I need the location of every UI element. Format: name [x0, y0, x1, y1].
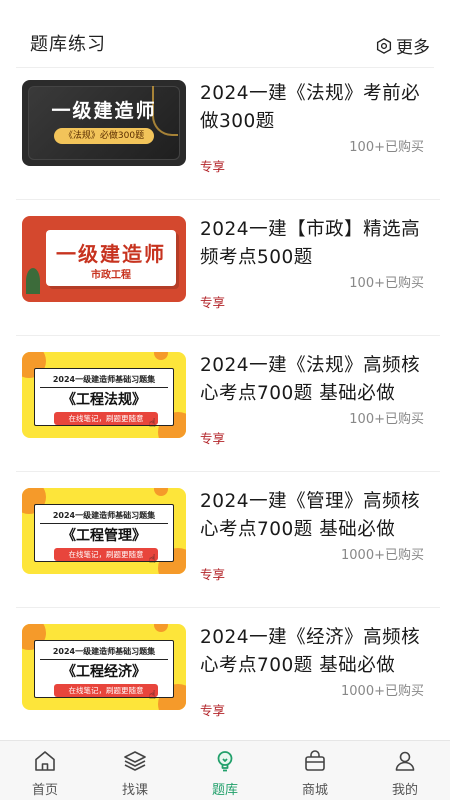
plant-icon — [26, 268, 40, 294]
cover-subject: 《工程管理》 — [62, 528, 146, 544]
cover-heading: 一级建造师 — [56, 242, 166, 266]
tab-question-bank[interactable]: 题库 — [180, 741, 270, 800]
cover-pill: 在线笔记，刷题更随意 — [54, 548, 158, 561]
tab-home[interactable]: 首页 — [0, 741, 90, 800]
cover-heading: 一级建造师 — [51, 100, 157, 122]
course-cover-image: 一级建造师 市政工程 — [22, 216, 186, 302]
tab-label: 首页 — [31, 783, 58, 798]
tab-label: 商城 — [301, 783, 328, 798]
exclusive-tag: 专享 — [200, 703, 226, 718]
item-divider — [16, 335, 440, 336]
exclusive-tag: 专享 — [200, 295, 226, 310]
item-title: 2024一建《法规》考前必做300题 — [200, 83, 421, 132]
course-cover-image: 2024一级建造师基础习题集 《工程经济》 在线笔记，刷题更随意 ☝ — [22, 624, 186, 710]
course-cover-image: 2024一级建造师基础习题集 《工程法规》 在线笔记，刷题更随意 ☝ — [22, 352, 186, 438]
buyers-count: 1000+已购买 — [341, 684, 424, 699]
cover-pill: 在线笔记，刷题更随意 — [54, 684, 158, 697]
list-item[interactable]: 2024一级建造师基础习题集 《工程经济》 在线笔记，刷题更随意 ☝ 2024一… — [16, 614, 440, 744]
cover-subject: 《工程经济》 — [62, 664, 146, 680]
tab-find-course[interactable]: 找课 — [90, 741, 180, 800]
cover-subheading: 市政工程 — [91, 270, 131, 281]
item-title: 2024一建《管理》高频核心考点700题 基础必做 — [200, 491, 421, 540]
cover-heading: 2024一级建造师基础习题集 — [52, 647, 156, 656]
buyers-count: 100+已购买 — [349, 140, 424, 155]
item-title: 2024一建《经济》高频核心考点700题 基础必做 — [200, 627, 421, 676]
list-item[interactable]: 一级建造师 市政工程 2024一建【市政】精选高频考点500题 100+已购买 … — [16, 206, 440, 336]
list-item[interactable]: 2024一级建造师基础习题集 《工程管理》 在线笔记，刷题更随意 ☝ 2024一… — [16, 478, 440, 608]
buyers-count: 100+已购买 — [349, 412, 424, 427]
item-divider — [16, 199, 440, 200]
tab-label: 我的 — [391, 783, 418, 798]
list-item[interactable]: 一级建造师 《法规》必做300题 2024一建《法规》考前必做300题 100+… — [16, 70, 440, 200]
exclusive-tag: 专享 — [200, 567, 226, 582]
hexagon-settings-icon — [376, 37, 392, 54]
item-title: 2024一建《法规》高频核心考点700题 基础必做 — [200, 355, 421, 404]
user-icon — [395, 751, 415, 771]
cover-heading: 2024一级建造师基础习题集 — [52, 511, 156, 520]
tab-shop[interactable]: 商城 — [270, 741, 360, 800]
cover-pill: 在线笔记，刷题更随意 — [54, 412, 158, 425]
exclusive-tag: 专享 — [200, 159, 226, 174]
cover-heading: 2024一级建造师基础习题集 — [52, 375, 156, 384]
pointer-hand-icon: ☝ — [148, 416, 156, 430]
page-title: 题库练习 — [30, 34, 106, 55]
cover-pill: 《法规》必做300题 — [54, 128, 154, 144]
more-label: 更多 — [396, 38, 430, 58]
buyers-count: 1000+已购买 — [341, 548, 424, 563]
exclusive-tag: 专享 — [200, 431, 226, 446]
layers-icon — [124, 751, 146, 771]
tab-label: 题库 — [211, 783, 238, 798]
pointer-hand-icon: ☝ — [148, 688, 156, 702]
home-icon — [35, 751, 55, 771]
more-button[interactable]: 更多 — [375, 33, 430, 58]
shop-bag-icon — [305, 750, 325, 771]
course-cover-image: 2024一级建造师基础习题集 《工程管理》 在线笔记，刷题更随意 ☝ — [22, 488, 186, 574]
pointer-hand-icon: ☝ — [148, 552, 156, 566]
header-divider — [16, 67, 434, 68]
bottom-tab-bar: 首页 找课 题库 商城 我的 — [0, 740, 450, 800]
tab-mine[interactable]: 我的 — [360, 741, 450, 800]
page-header: 题库练习 更多 — [0, 0, 450, 70]
item-divider — [16, 471, 440, 472]
lightbulb-icon — [217, 751, 233, 772]
item-divider — [16, 607, 440, 608]
item-title: 2024一建【市政】精选高频考点500题 — [200, 219, 421, 268]
course-cover-image: 一级建造师 《法规》必做300题 — [22, 80, 186, 166]
cover-subject: 《工程法规》 — [62, 392, 146, 408]
tab-label: 找课 — [121, 783, 148, 798]
buyers-count: 100+已购买 — [349, 276, 424, 291]
list-item[interactable]: 2024一级建造师基础习题集 《工程法规》 在线笔记，刷题更随意 ☝ 2024一… — [16, 342, 440, 472]
